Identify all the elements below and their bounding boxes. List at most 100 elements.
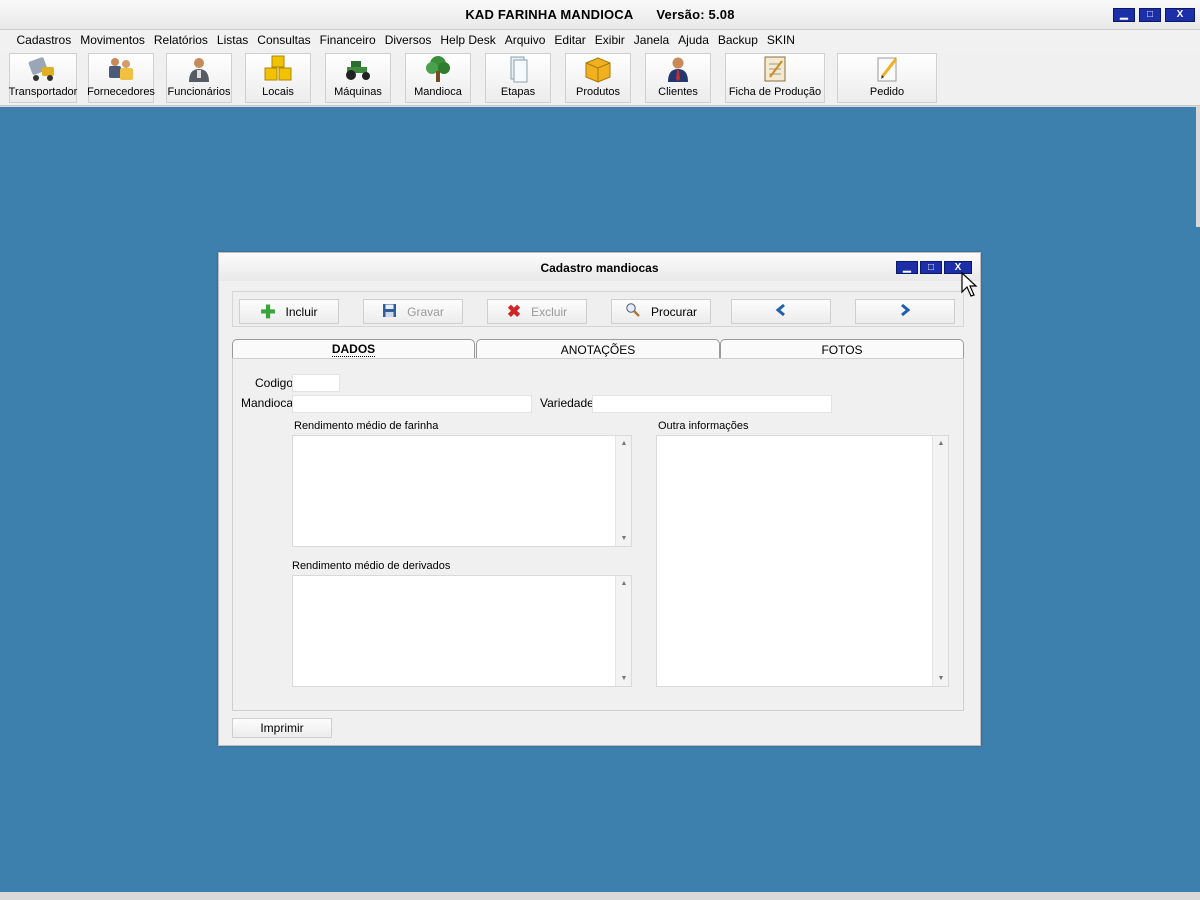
scroll-down-icon[interactable]: ▼ (933, 675, 949, 682)
rendimento-farinha-memo[interactable]: ▲ ▼ (292, 435, 632, 547)
excluir-label: Excluir (531, 304, 568, 319)
scroll-down-icon[interactable]: ▼ (616, 535, 632, 542)
scroll-up-icon[interactable]: ▲ (616, 580, 632, 587)
minimize-button[interactable]: ▁ (1113, 8, 1135, 22)
tab-dados-label: DADOS (331, 342, 376, 357)
box-icon (583, 55, 613, 83)
dialog-minimize-button[interactable]: ▁ (896, 261, 918, 274)
toolbar-label: Transportador (8, 86, 78, 98)
employee-icon (184, 55, 214, 83)
suppliers-icon (106, 55, 136, 83)
menu-diversos[interactable]: Diversos (380, 33, 436, 47)
toolbar-pedido-button[interactable]: Pedido (837, 53, 937, 103)
menu-backup[interactable]: Backup (713, 33, 762, 47)
main-title-bar: KAD FARINHA MANDIOCA Versão: 5.08 ▁ □ X (0, 0, 1200, 30)
maximize-button[interactable]: □ (1139, 8, 1161, 22)
rendimento-farinha-label: Rendimento médio de farinha (294, 420, 439, 432)
scroll-up-icon[interactable]: ▲ (933, 440, 949, 447)
menu-consultas[interactable]: Consultas (253, 33, 315, 47)
toolbar-label: Clientes (658, 86, 698, 98)
dados-tab-panel: Codigo Mandioca Variedade Rendimento méd… (232, 358, 964, 711)
toolbar-funcionarios-button[interactable]: Funcionários (166, 53, 232, 103)
outras-informacoes-label: Outra informações (658, 420, 749, 432)
floppy-disk-icon (382, 303, 397, 321)
toolbar-fornecedores-button[interactable]: Fornecedores (87, 53, 155, 103)
toolbar-label: Locais (262, 86, 294, 98)
toolbar-mandioca-button[interactable]: Mandioca (405, 53, 471, 103)
menu-help-desk[interactable]: Help Desk (436, 33, 500, 47)
window-edge (1196, 107, 1200, 227)
vertical-scrollbar[interactable]: ▲ ▼ (932, 436, 948, 686)
plus-icon: ✚ (260, 301, 276, 322)
procurar-button[interactable]: Procurar (611, 299, 711, 324)
previous-record-button[interactable] (731, 299, 831, 324)
next-record-button[interactable] (855, 299, 955, 324)
tab-fotos-label: FOTOS (821, 342, 863, 357)
app-version: Versão: 5.08 (656, 7, 735, 22)
app-title: KAD FARINHA MANDIOCA Versão: 5.08 (0, 7, 1200, 22)
toolbar-locais-button[interactable]: Locais (245, 53, 311, 103)
codigo-label: Codigo (255, 376, 294, 390)
toolbar-ficha-producao-button[interactable]: Ficha de Produção (725, 53, 825, 103)
variedade-field[interactable] (592, 395, 832, 413)
variedade-label: Variedade (540, 396, 594, 410)
scroll-down-icon[interactable]: ▼ (616, 675, 632, 682)
arrow-left-icon (775, 303, 787, 320)
truck-icon (28, 55, 58, 83)
menu-arquivo[interactable]: Arquivo (500, 33, 550, 47)
search-icon (625, 302, 641, 321)
incluir-label: Incluir (285, 304, 318, 319)
gravar-label: Gravar (407, 304, 444, 319)
arrow-right-icon (899, 303, 911, 320)
dialog-title: Cadastro mandiocas (540, 261, 659, 275)
imprimir-button[interactable]: Imprimir (232, 718, 332, 738)
close-button[interactable]: X (1165, 8, 1195, 22)
vertical-scrollbar[interactable]: ▲ ▼ (615, 436, 631, 546)
toolbar-label: Pedido (869, 86, 905, 98)
pages-icon (503, 55, 533, 83)
menu-movimentos[interactable]: Movimentos (76, 33, 150, 47)
tab-dados[interactable]: DADOS (232, 339, 475, 359)
vertical-scrollbar[interactable]: ▲ ▼ (615, 576, 631, 686)
dialog-maximize-button[interactable]: □ (920, 261, 942, 274)
tab-fotos[interactable]: FOTOS (720, 339, 964, 359)
toolbar-label: Máquinas (334, 86, 382, 98)
mouse-cursor-icon (961, 272, 978, 297)
toolbar-produtos-button[interactable]: Produtos (565, 53, 631, 103)
mandioca-field[interactable] (292, 395, 532, 413)
menu-relatorios[interactable]: Relatórios (149, 33, 212, 47)
mandioca-label: Mandioca (241, 396, 294, 410)
menu-cadastros[interactable]: Cadastros (12, 33, 76, 47)
excluir-button[interactable]: ✖ Excluir (487, 299, 587, 324)
toolbar-label: Etapas (500, 86, 536, 98)
tractor-icon (343, 55, 373, 83)
gravar-button[interactable]: Gravar (363, 299, 463, 324)
toolbar-maquinas-button[interactable]: Máquinas (325, 53, 391, 103)
delete-x-icon: ✖ (506, 302, 522, 321)
cadastro-mandiocas-dialog: Cadastro mandiocas ▁ □ X ✚ Incluir Grava… (218, 252, 981, 746)
toolbar-label: Produtos (575, 86, 621, 98)
menu-editar[interactable]: Editar (550, 33, 590, 47)
tab-anotacoes[interactable]: ANOTAÇÕES (476, 339, 720, 359)
scroll-up-icon[interactable]: ▲ (616, 440, 632, 447)
toolbar-transportador-button[interactable]: Transportador (9, 53, 77, 103)
menu-janela[interactable]: Janela (629, 33, 673, 47)
toolbar-label: Funcionários (167, 86, 231, 98)
notepad-icon (760, 55, 790, 83)
menu-exibir[interactable]: Exibir (590, 33, 629, 47)
procurar-label: Procurar (650, 304, 697, 319)
menu-ajuda[interactable]: Ajuda (674, 33, 714, 47)
menu-financeiro[interactable]: Financeiro (315, 33, 380, 47)
rendimento-derivados-label: Rendimento médio de derivados (292, 560, 451, 572)
rendimento-derivados-memo[interactable]: ▲ ▼ (292, 575, 632, 687)
outras-informacoes-memo[interactable]: ▲ ▼ (656, 435, 949, 687)
toolbar-clientes-button[interactable]: Clientes (645, 53, 711, 103)
codigo-field[interactable] (292, 374, 340, 392)
tree-icon (423, 55, 453, 83)
menu-listas[interactable]: Listas (212, 33, 252, 47)
client-icon (663, 55, 693, 83)
incluir-button[interactable]: ✚ Incluir (239, 299, 339, 324)
imprimir-label: Imprimir (260, 721, 304, 735)
menu-skin[interactable]: SKIN (762, 33, 799, 47)
toolbar-etapas-button[interactable]: Etapas (485, 53, 551, 103)
